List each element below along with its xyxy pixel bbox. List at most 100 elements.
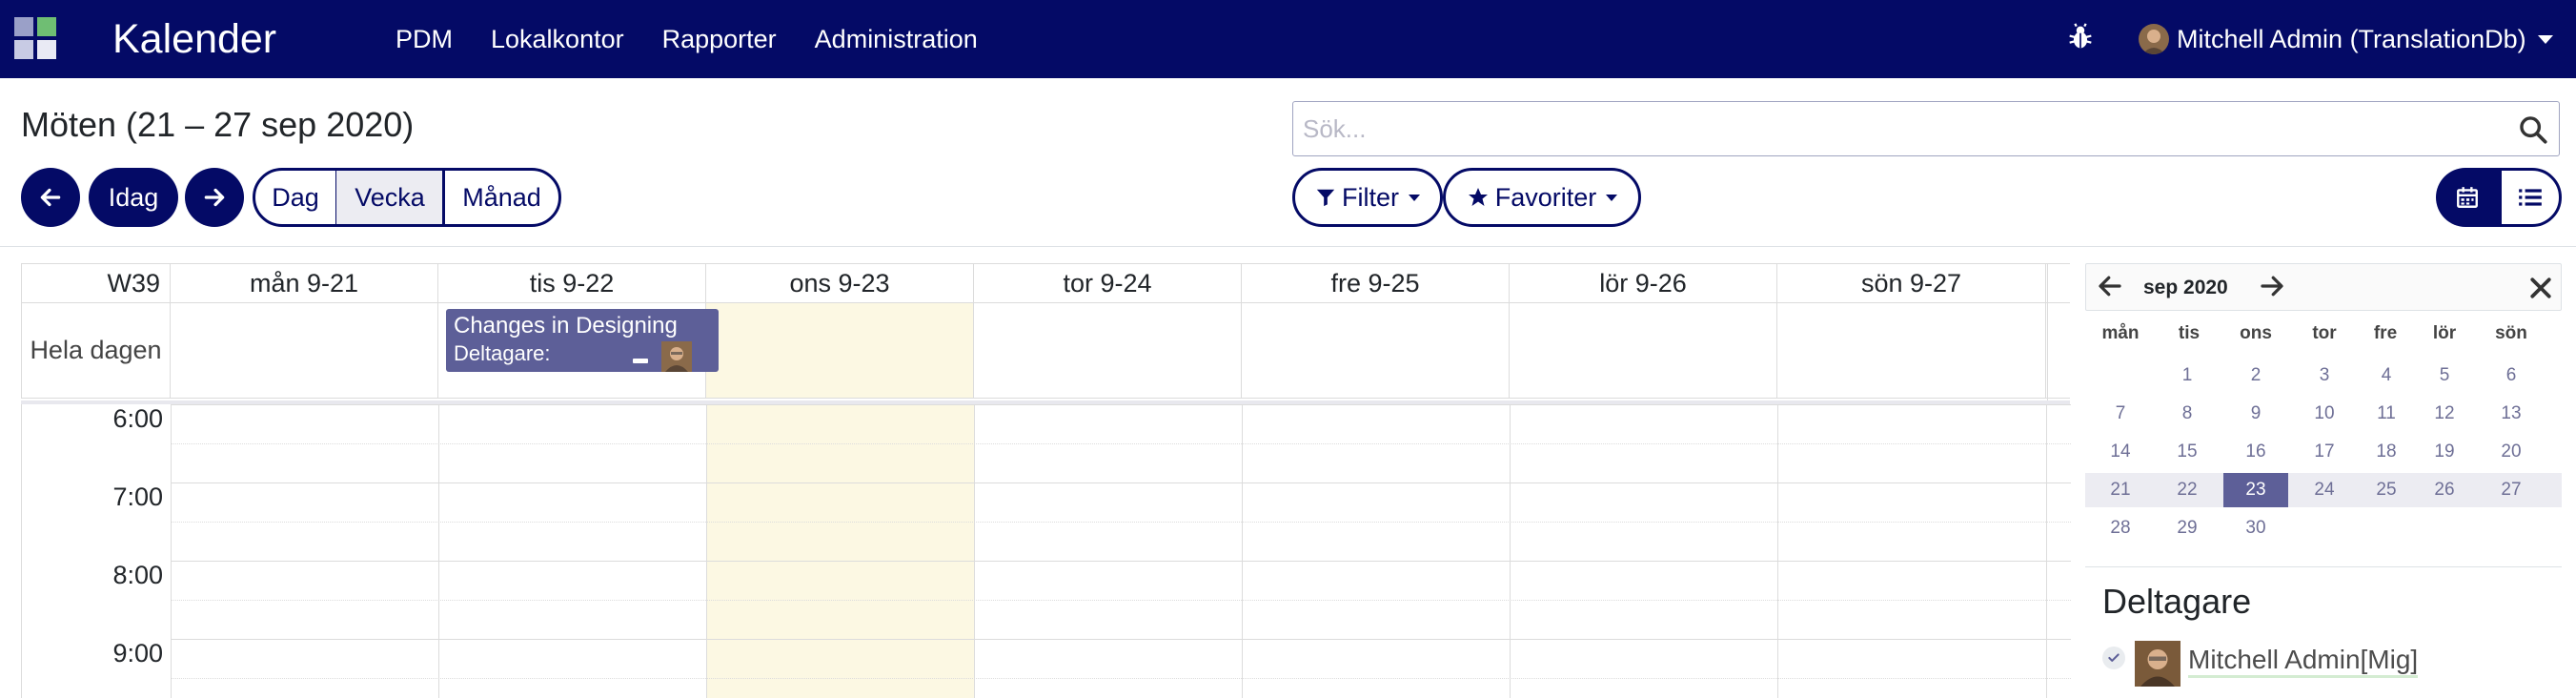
grid-vline: [1242, 404, 1243, 698]
attendees-title: Deltagare: [2102, 582, 2252, 621]
mini-day[interactable]: 20: [2479, 435, 2544, 469]
mini-day[interactable]: 6: [2479, 359, 2544, 393]
grid-vline: [171, 404, 172, 698]
mini-day[interactable]: 1: [2155, 359, 2220, 393]
menu-item-pdm[interactable]: PDM: [396, 25, 453, 54]
half-hour-line: [171, 522, 2071, 523]
user-menu[interactable]: Mitchell Admin (TranslationDb): [2139, 0, 2553, 78]
mini-day[interactable]: 5: [2412, 359, 2477, 393]
day-header-sat[interactable]: lör 9-26: [1510, 264, 1777, 302]
mini-day[interactable]: 25: [2354, 473, 2419, 507]
day-header-fri[interactable]: fre 9-25: [1242, 264, 1510, 302]
caret-down-icon: [1606, 194, 1618, 201]
bug-icon[interactable]: [2064, 21, 2097, 53]
search-icon[interactable]: [2517, 113, 2549, 146]
day-header-sun[interactable]: sön 9-27: [1777, 264, 2046, 302]
close-icon[interactable]: [2526, 274, 2555, 302]
mini-day[interactable]: 21: [2088, 473, 2153, 507]
star-icon: [1468, 188, 1488, 206]
mini-calendar-month: sep 2020: [2143, 277, 2228, 298]
menu-item-administration[interactable]: Administration: [815, 25, 978, 54]
mini-day[interactable]: 8: [2155, 397, 2220, 431]
grid-vline: [438, 404, 439, 698]
attendee-name[interactable]: Mitchell Admin[Mig]: [2188, 645, 2419, 678]
weekday-label: fre: [2373, 323, 2398, 343]
allday-cell-mon[interactable]: [171, 303, 438, 398]
scale-week-button[interactable]: Vecka: [335, 168, 444, 227]
attendee-checkbox[interactable]: [2102, 647, 2125, 669]
allday-cell-sat[interactable]: [1510, 303, 1777, 398]
week-calendar: W39 mån 9-21 tis 9-22 ons 9-23 tor 9-24 …: [21, 263, 2071, 698]
week-number: W39: [22, 264, 171, 302]
mini-day[interactable]: 22: [2155, 473, 2220, 507]
event-attendee-avatar: [661, 341, 692, 372]
mini-day[interactable]: 3: [2292, 359, 2357, 393]
mini-day[interactable]: 15: [2155, 435, 2220, 469]
apps-grid-icon[interactable]: [14, 17, 58, 61]
control-panel-divider: [0, 246, 2576, 247]
half-hour-line: [171, 678, 2071, 679]
app-brand[interactable]: Kalender: [112, 11, 276, 67]
mini-day[interactable]: 13: [2479, 397, 2544, 431]
menu-item-lokalkontor[interactable]: Lokalkontor: [491, 25, 624, 54]
allday-cell-sun[interactable]: [1777, 303, 2046, 398]
mini-day[interactable]: 24: [2292, 473, 2357, 507]
menu-item-rapporter[interactable]: Rapporter: [662, 25, 777, 54]
arrow-right-icon: [204, 188, 225, 207]
mini-day[interactable]: 14: [2088, 435, 2153, 469]
mini-day[interactable]: 7: [2088, 397, 2153, 431]
mini-day[interactable]: 18: [2354, 435, 2419, 469]
today-column: [706, 404, 974, 698]
mini-day[interactable]: 27: [2479, 473, 2544, 507]
arrow-right-icon[interactable]: [2258, 272, 2286, 300]
mini-day[interactable]: 30: [2223, 511, 2288, 545]
filter-label: Filter: [1342, 182, 1399, 212]
day-header-wed[interactable]: ons 9-23: [706, 264, 974, 302]
calendar-event[interactable]: Changes in Designing Deltagare:: [446, 309, 719, 372]
mini-day-selected[interactable]: 23: [2223, 473, 2288, 507]
search-input[interactable]: [1303, 102, 2494, 155]
allday-cell-fri[interactable]: [1242, 303, 1510, 398]
prev-button[interactable]: [21, 168, 80, 227]
scale-month-button[interactable]: Månad: [442, 168, 561, 227]
mini-day[interactable]: 10: [2292, 397, 2357, 431]
mini-day[interactable]: 28: [2088, 511, 2153, 545]
mini-day[interactable]: 4: [2354, 359, 2419, 393]
mini-calendar-header: sep 2020: [2085, 263, 2562, 311]
mini-day[interactable]: 2: [2223, 359, 2288, 393]
view-list-button[interactable]: [2499, 168, 2562, 227]
time-label-9: 9:00: [112, 639, 163, 667]
day-header-mon[interactable]: mån 9-21: [171, 264, 438, 302]
mini-day[interactable]: 16: [2223, 435, 2288, 469]
mini-day[interactable]: 12: [2412, 397, 2477, 431]
scale-day-button[interactable]: Dag: [253, 168, 338, 227]
time-label-8: 8:00: [112, 561, 163, 589]
arrow-left-icon[interactable]: [2096, 272, 2124, 300]
favorites-button[interactable]: Favoriter: [1443, 168, 1641, 227]
mini-day[interactable]: 9: [2223, 397, 2288, 431]
allday-cell-wed[interactable]: [706, 303, 974, 398]
mini-day[interactable]: 17: [2292, 435, 2357, 469]
mini-day[interactable]: 11: [2354, 397, 2419, 431]
filter-button[interactable]: Filter: [1292, 168, 1443, 227]
mini-day[interactable]: 26: [2412, 473, 2477, 507]
calendar-header-row: W39 mån 9-21 tis 9-22 ons 9-23 tor 9-24 …: [21, 263, 2070, 303]
mini-day[interactable]: 29: [2155, 511, 2220, 545]
calendar-icon: [2457, 187, 2478, 208]
day-header-tue[interactable]: tis 9-22: [438, 264, 706, 302]
view-calendar-button[interactable]: [2436, 168, 2499, 227]
favorites-label: Favoriter: [1494, 182, 1597, 212]
hour-line: [171, 404, 2071, 405]
weekday-label: mån: [2101, 323, 2140, 343]
mini-day[interactable]: 19: [2412, 435, 2477, 469]
day-header-thu[interactable]: tor 9-24: [974, 264, 1242, 302]
time-grid[interactable]: 6:00 7:00 8:00 9:00: [21, 404, 2071, 698]
mini-day[interactable]: [2088, 359, 2153, 393]
next-button[interactable]: [185, 168, 244, 227]
sidebar-divider: [2085, 566, 2562, 567]
allday-cell-thu[interactable]: [974, 303, 1242, 398]
weekday-label: tis: [2178, 323, 2201, 343]
today-button[interactable]: Idag: [89, 168, 178, 227]
weekday-label: tor: [2312, 323, 2337, 343]
hour-line: [171, 639, 2071, 640]
